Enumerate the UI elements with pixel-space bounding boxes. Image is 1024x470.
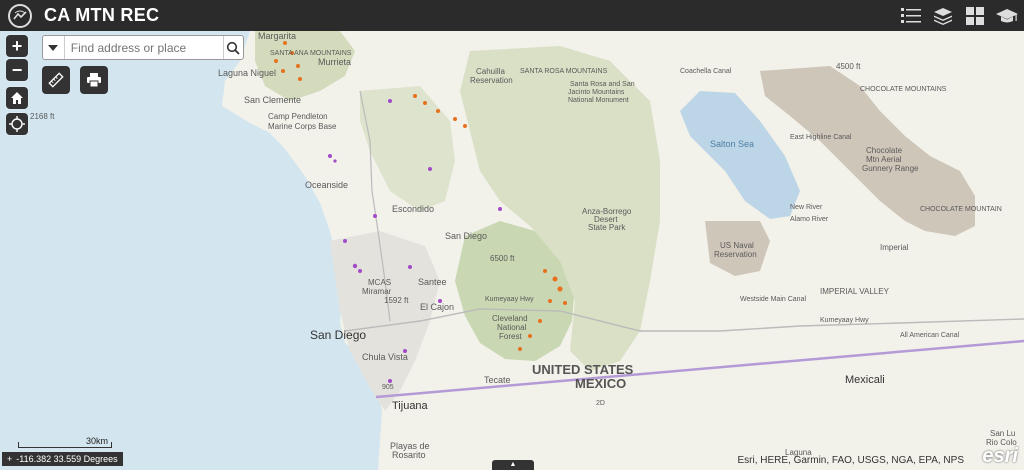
search-input[interactable] <box>64 36 223 59</box>
label-sr-monument-2: Jacinto Mountains <box>568 89 625 96</box>
search-source-dropdown[interactable] <box>43 36 65 59</box>
label-mexicali: Mexicali <box>845 374 885 386</box>
label-murrieta: Murrieta <box>318 57 351 67</box>
label-kumeyaay-2: Kumeyaay Hwy <box>820 317 869 324</box>
label-el-cajon: El Cajon <box>420 302 454 312</box>
label-mcas-1: MCAS <box>368 278 391 287</box>
print-button[interactable] <box>80 66 108 94</box>
label-cahuilla: Cahuilla <box>476 67 505 76</box>
basemap[interactable]: Margarita SANTA ANA MOUNTAINS Murrieta L… <box>0 31 1024 470</box>
basemap-gallery-icon[interactable] <box>962 3 988 29</box>
label-anza-3: State Park <box>588 223 626 232</box>
label-imperial: Imperial <box>880 243 909 252</box>
label-alamo-river: Alamo River <box>790 216 829 223</box>
label-imperial-valley: IMPERIAL VALLEY <box>820 287 890 296</box>
label-westside-canal: Westside Main Canal <box>740 296 806 303</box>
crosshair-icon: + <box>7 454 13 464</box>
label-escondido: Escondido <box>392 204 434 214</box>
locate-icon <box>9 116 25 132</box>
label-san-diego-county: San Diego <box>445 231 487 241</box>
label-chocolate-mountain: CHOCOLATE MOUNTAIN <box>920 206 1002 213</box>
label-naval-2: Reservation <box>714 250 757 259</box>
label-naval-1: US Naval <box>720 241 754 250</box>
label-elev-4500: 4500 ft <box>836 62 861 71</box>
zoom-out-button[interactable]: − <box>6 59 28 81</box>
label-santa-ana-mountains: SANTA ANA MOUNTAINS <box>270 50 352 57</box>
label-camp-pendleton: Camp Pendleton <box>268 112 328 121</box>
panel-expand-handle[interactable]: ▲ <box>492 460 534 470</box>
header-toolbar <box>898 0 1020 31</box>
label-all-american-canal: All American Canal <box>900 332 960 339</box>
home-icon <box>11 92 23 104</box>
label-playas-2: Rosarito <box>392 450 426 460</box>
label-chocolate-mountains: CHOCOLATE MOUNTAINS <box>860 86 947 93</box>
ruler-icon <box>48 72 64 88</box>
coordinate-readout: + -116.382 33.559 Degrees <box>2 452 123 466</box>
label-east-highline: East Highline Canal <box>790 134 852 141</box>
app-title: CA MTN REC <box>44 5 160 25</box>
label-elev-6500: 6500 ft <box>490 254 515 263</box>
zoom-in-button[interactable]: + <box>6 35 28 57</box>
label-oceanside: Oceanside <box>305 180 348 190</box>
label-mcas-2: Miramar <box>362 287 392 296</box>
label-sr-monument-3: National Monument <box>568 97 629 104</box>
label-road-905: 905 <box>382 384 394 391</box>
label-sr-monument-1: Santa Rosa and San <box>570 81 635 88</box>
search-widget <box>42 35 244 60</box>
app-logo-icon <box>8 3 32 28</box>
search-button[interactable] <box>222 36 243 59</box>
graduation-cap-icon[interactable] <box>994 3 1020 29</box>
label-cleveland-1: Cleveland <box>492 314 528 323</box>
label-mexico: MEXICO <box>575 376 626 391</box>
label-margarita: Margarita <box>258 31 296 41</box>
label-laguna-niguel: Laguna Niguel <box>218 68 276 78</box>
search-icon <box>227 41 241 55</box>
locate-button[interactable] <box>6 113 28 135</box>
home-button[interactable] <box>6 87 28 109</box>
label-chula-vista: Chula Vista <box>362 352 408 362</box>
label-elev-2168: 2168 ft <box>30 112 55 121</box>
label-santee: Santee <box>418 277 447 287</box>
coordinate-text: -116.382 33.559 Degrees <box>16 454 118 464</box>
label-marine-corps-base: Marine Corps Base <box>268 122 337 131</box>
label-choc-gunnery-1: Chocolate <box>866 146 903 155</box>
label-choc-gunnery-2: Mtn Aerial <box>866 155 902 164</box>
layers-icon[interactable] <box>930 3 956 29</box>
measure-button[interactable] <box>42 66 70 94</box>
label-road-2d: 2D <box>596 400 605 407</box>
scalebar-label: 30km <box>86 436 109 446</box>
label-new-river: New River <box>790 204 823 211</box>
attribution: Esri, HERE, Garmin, FAO, USGS, NGA, EPA,… <box>737 455 964 466</box>
label-cleveland-2: National <box>497 323 527 332</box>
caret-down-icon <box>48 44 59 51</box>
label-san-diego: San Diego <box>310 328 366 342</box>
label-tijuana: Tijuana <box>392 400 429 412</box>
label-kumeyaay-1: Kumeyaay Hwy <box>485 296 534 303</box>
printer-icon <box>87 73 101 88</box>
map-view[interactable]: Margarita SANTA ANA MOUNTAINS Murrieta L… <box>0 31 1024 470</box>
label-choc-gunnery-3: Gunnery Range <box>862 164 919 173</box>
esri-logo: esri <box>982 445 1018 467</box>
label-elev-1592: 1592 ft <box>384 296 409 305</box>
label-united-states: UNITED STATES <box>532 362 634 377</box>
label-san-clemente: San Clemente <box>244 95 301 105</box>
label-tecate: Tecate <box>484 375 511 385</box>
label-salton-sea: Salton Sea <box>710 139 754 149</box>
label-cleveland-3: Forest <box>499 332 522 341</box>
label-reservation: Reservation <box>470 76 513 85</box>
app-header: CA MTN REC <box>0 0 1024 31</box>
label-santa-rosa-mountains: SANTA ROSA MOUNTAINS <box>520 68 608 75</box>
label-coachella-canal: Coachella Canal <box>680 68 732 75</box>
list-icon[interactable] <box>898 3 924 29</box>
label-san-luis-1: San Lu <box>990 429 1015 438</box>
